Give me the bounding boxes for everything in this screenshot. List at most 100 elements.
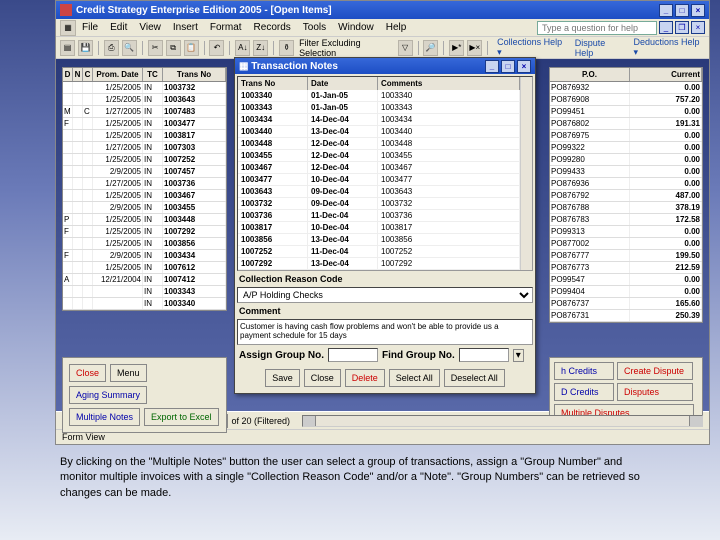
table-row[interactable]: PO876773212.59 [550,262,702,274]
table-row[interactable]: 1/25/2005IN1003817 [63,130,226,142]
mcol-transno[interactable]: Trans No [238,77,308,90]
table-row[interactable]: 1/27/2005IN1007303 [63,142,226,154]
table-row[interactable]: 1/25/2005IN1003643 [63,94,226,106]
dialog-titlebar[interactable]: ▦ Transaction Notes _ □ × [235,58,535,74]
col-n[interactable]: N [73,68,83,81]
table-row[interactable]: 100373611-Dec-041003736 [238,210,520,222]
menu-edit[interactable]: Edit [104,20,133,35]
menu-records[interactable]: Records [248,20,297,35]
menu-view[interactable]: View [133,20,167,35]
table-row[interactable]: F1/25/2005IN1007292 [63,226,226,238]
new-rec-icon[interactable]: ▶* [449,40,464,56]
sort-asc-icon[interactable]: A↓ [235,40,250,56]
left-grid-body[interactable]: 1/25/2005IN10037321/25/2005IN1003643MC1/… [63,82,226,310]
table-row[interactable]: IN1003340 [63,298,226,310]
modal-close-button[interactable]: Close [304,369,341,387]
undo-icon[interactable]: ↶ [209,40,224,56]
create-dispute-button[interactable]: Create Dispute [617,362,693,380]
deductions-help-link[interactable]: Deductions Help ▾ [629,37,705,58]
table-row[interactable]: 1/27/2005IN1003736 [63,178,226,190]
col-promdate[interactable]: Prom. Date [93,68,143,81]
table-row[interactable]: F2/9/2005IN1003434 [63,250,226,262]
comment-textarea[interactable]: Customer is having cash flow problems an… [237,319,533,345]
filter-toggle-icon[interactable]: ▽ [398,40,413,56]
filter-sel-icon[interactable]: ⚱ [279,40,294,56]
reason-code-select[interactable]: A/P Holding Checks [237,287,533,303]
table-row[interactable]: PO876737165.60 [550,298,702,310]
table-row[interactable]: PO876783172.58 [550,214,702,226]
save-icon[interactable]: 💾 [78,40,93,56]
find-group-dropdown-icon[interactable]: ▾ [513,349,524,362]
table-row[interactable]: A12/21/2004IN1007412 [63,274,226,286]
table-row[interactable]: 100381710-Dec-041003817 [238,222,520,234]
menu-tools[interactable]: Tools [297,20,332,35]
table-row[interactable]: 100343414-Dec-041003434 [238,114,520,126]
table-row[interactable]: PO876908757.20 [550,94,702,106]
col-d[interactable]: D [63,68,73,81]
table-row[interactable]: 1/25/2005IN1003467 [63,190,226,202]
export-excel-button[interactable]: Export to Excel [144,408,219,426]
table-row[interactable]: P1/25/2005IN1003448 [63,214,226,226]
notes-scrollbar[interactable] [520,77,532,270]
table-row[interactable]: PO876777199.50 [550,250,702,262]
col-c[interactable]: C [83,68,93,81]
table-row[interactable]: PO8769750.00 [550,130,702,142]
table-row[interactable]: PO994510.00 [550,106,702,118]
cut-icon[interactable]: ✂ [148,40,163,56]
table-row[interactable]: PO8769320.00 [550,82,702,94]
table-row[interactable]: 1/25/2005IN1007612 [63,262,226,274]
right-grid-body[interactable]: PO8769320.00PO876908757.20PO994510.00 PO8… [550,82,702,322]
table-row[interactable]: 100346712-Dec-041003467 [238,162,520,174]
table-row[interactable]: 1/25/2005IN1007252 [63,154,226,166]
table-row[interactable]: PO876731250.39 [550,310,702,322]
form-icon[interactable]: ▦ [60,20,76,36]
table-row[interactable]: 100334301-Jan-051003343 [238,102,520,114]
filter-excl-label[interactable]: Filter Excluding Selection [297,38,394,58]
dialog-close-icon[interactable]: × [517,60,531,73]
preview-icon[interactable]: 🔍 [122,40,137,56]
table-row[interactable]: MC1/27/2005IN1007483 [63,106,226,118]
table-row[interactable]: F1/25/2005IN1003477 [63,118,226,130]
menu-window[interactable]: Window [332,20,380,35]
sort-desc-icon[interactable]: Z↓ [253,40,268,56]
modal-deselectall-button[interactable]: Deselect All [444,369,505,387]
mdi-minimize-icon[interactable]: _ [659,21,673,34]
table-row[interactable]: 100364309-Dec-041003643 [238,186,520,198]
menu-help[interactable]: Help [380,20,413,35]
table-row[interactable]: PO993130.00 [550,226,702,238]
table-row[interactable]: 2/9/2005IN1007457 [63,166,226,178]
mcol-date[interactable]: Date [308,77,378,90]
multiple-notes-button[interactable]: Multiple Notes [69,408,140,426]
table-row[interactable]: 100729213-Dec-041007292 [238,258,520,270]
horizontal-scrollbar[interactable] [302,415,703,427]
credits-button[interactable]: h Credits [554,362,614,380]
menu-format[interactable]: Format [204,20,248,35]
collections-help-link[interactable]: Collections Help ▾ [493,37,568,58]
table-row[interactable]: 100725211-Dec-041007252 [238,246,520,258]
paste-icon[interactable]: 📋 [184,40,199,56]
aging-summary-button[interactable]: Aging Summary [69,386,147,404]
col-current[interactable]: Current [630,68,702,81]
col-po[interactable]: P.O. [550,68,630,81]
modal-delete-button[interactable]: Delete [345,369,385,387]
table-row[interactable]: PO994330.00 [550,166,702,178]
notes-table-body[interactable]: 100334001-Jan-051003340100334301-Jan-051… [238,90,520,270]
table-row[interactable]: IN1003343 [63,286,226,298]
del-rec-icon[interactable]: ▶× [467,40,482,56]
table-row[interactable]: 100385613-Dec-041003856 [238,234,520,246]
modal-save-button[interactable]: Save [265,369,300,387]
table-row[interactable]: 100344013-Dec-041003440 [238,126,520,138]
dialog-minimize-icon[interactable]: _ [485,60,499,73]
mdi-restore-icon[interactable]: ❐ [675,21,689,34]
table-row[interactable]: PO876792487.00 [550,190,702,202]
menu-button[interactable]: Menu [110,364,147,382]
menu-insert[interactable]: Insert [167,20,204,35]
mcol-comments[interactable]: Comments [378,77,520,90]
table-row[interactable]: 100347710-Dec-041003477 [238,174,520,186]
table-row[interactable]: PO993220.00 [550,142,702,154]
dialog-maximize-icon[interactable]: □ [501,60,515,73]
find-group-input[interactable] [459,348,509,362]
minimize-icon[interactable]: _ [659,4,673,17]
table-row[interactable]: PO992800.00 [550,154,702,166]
close-button[interactable]: Close [69,364,106,382]
